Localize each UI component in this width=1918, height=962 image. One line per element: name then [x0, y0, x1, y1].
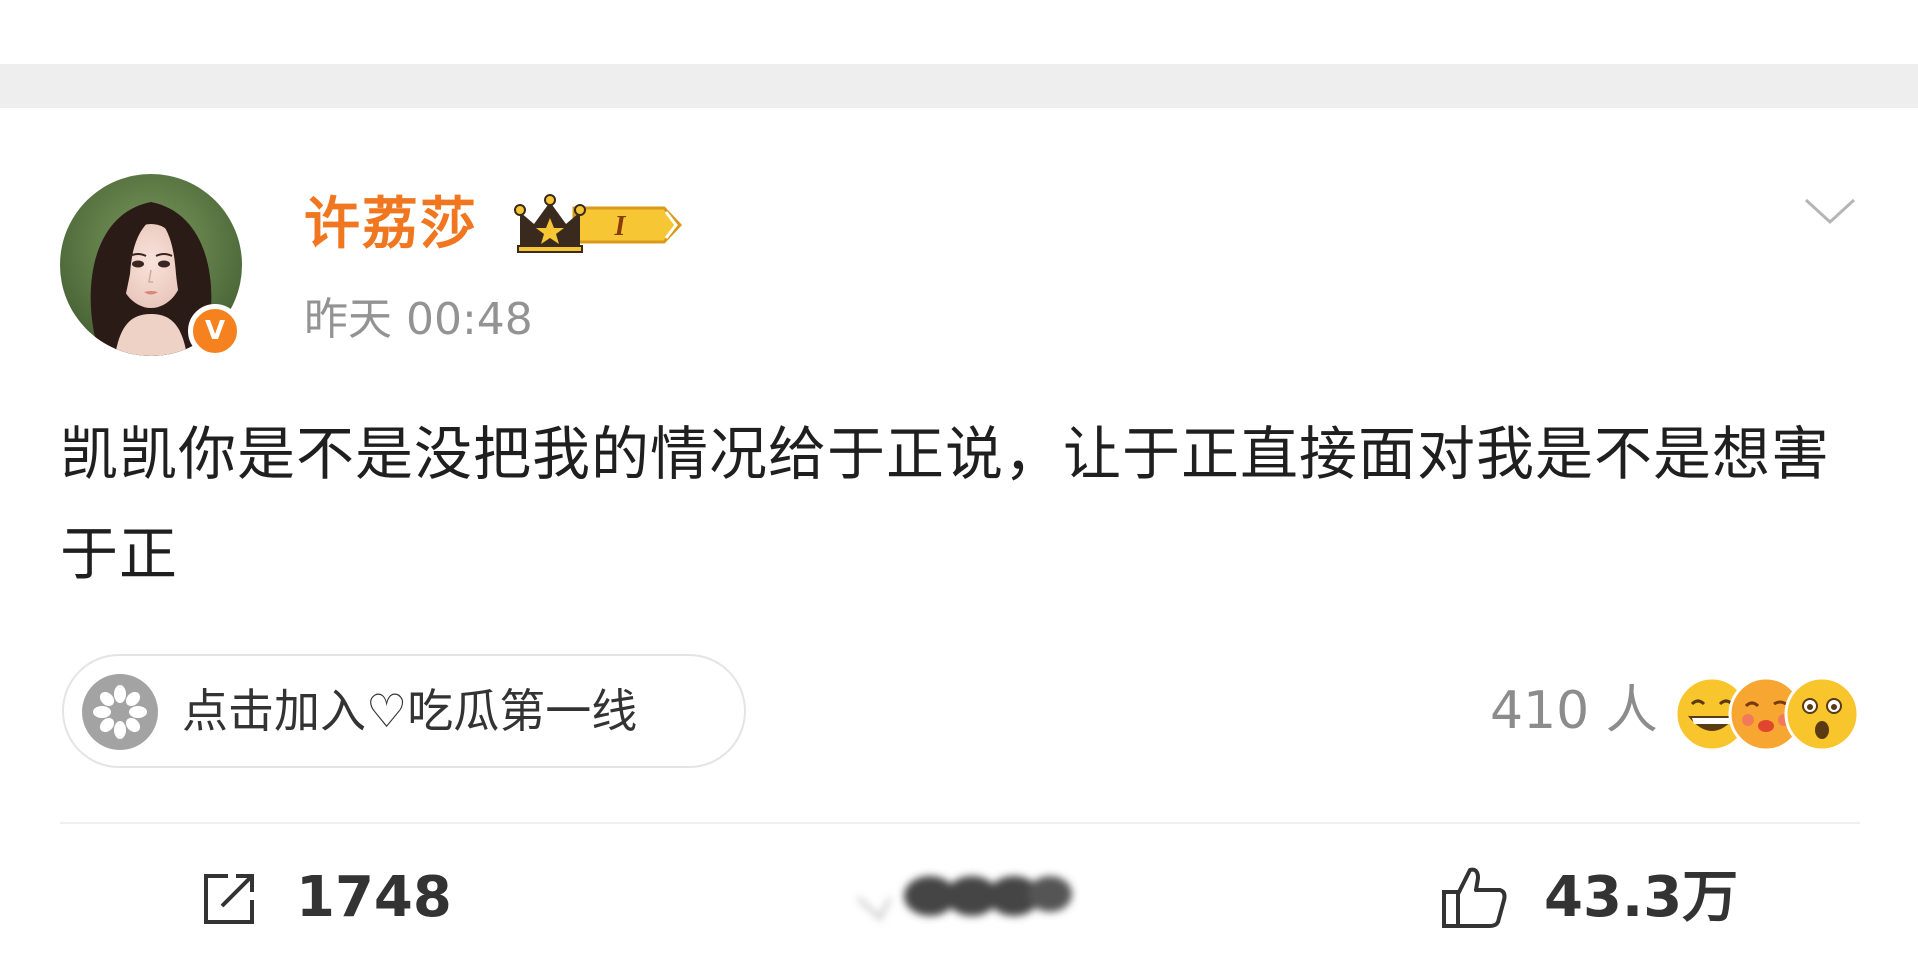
repost-icon: [204, 874, 254, 924]
top-separator-bar: [0, 64, 1918, 108]
comment-icon-blurred: [856, 876, 1072, 921]
reaction-emojis[interactable]: [1674, 674, 1860, 754]
vip-level-text: I: [614, 211, 627, 242]
comment-button[interactable]: [850, 858, 1090, 938]
thumbs-up-icon: [1442, 867, 1507, 928]
topic-label: 点击加入♡吃瓜第一线: [182, 684, 638, 738]
topic-join-button[interactable]: 点击加入♡吃瓜第一线: [62, 654, 746, 768]
author-name[interactable]: 许荔莎: [304, 190, 478, 260]
weibo-post-page: V 许荔莎 I 昨天 00:48 凯凯你是不是没把我的情况给于正说，让于正直接面…: [0, 0, 1918, 962]
like-button[interactable]: 43.3万: [1440, 858, 1760, 938]
chevron-down-icon[interactable]: [1800, 190, 1860, 230]
like-count: 43.3万: [1544, 865, 1739, 930]
repost-button[interactable]: 1748: [200, 858, 460, 938]
flower-icon: [82, 674, 158, 750]
repost-count: 1748: [296, 865, 452, 930]
reaction-count[interactable]: 410 人: [1490, 678, 1658, 744]
divider: [60, 822, 1860, 824]
post-content: 凯凯你是不是没把我的情况给于正说，让于正直接面对我是不是想害于正: [60, 420, 1831, 588]
post-timestamp: 昨天 00:48: [304, 294, 533, 345]
verified-v-icon: V: [188, 304, 242, 358]
vip-crown-badge-icon[interactable]: I: [514, 192, 686, 258]
surprised-face-icon: [1784, 676, 1860, 752]
